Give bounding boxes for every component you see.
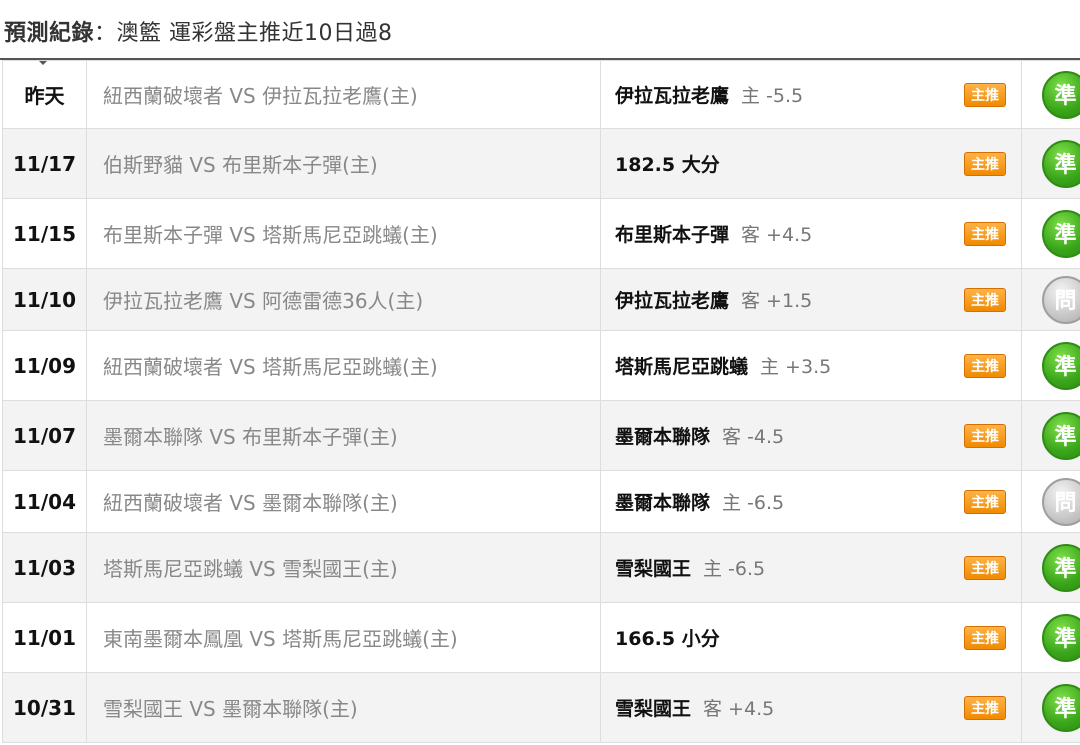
table-row: 10/31 雪梨國王 VS 墨爾本聯隊(主) 雪梨國王客 +4.5 主推 準 xyxy=(2,672,1080,743)
pick-line: 主 -6.5 xyxy=(722,492,785,514)
row-result: 準 xyxy=(1021,400,1080,471)
pick-line: 客 +4.5 xyxy=(703,698,775,720)
row-date: 11/04 xyxy=(2,470,87,533)
row-result: 準 xyxy=(1021,60,1080,129)
pick-team: 墨爾本聯隊 xyxy=(615,492,711,514)
table-row: 11/09 紐西蘭破壞者 VS 塔斯馬尼亞跳蟻(主) 塔斯馬尼亞跳蟻主 +3.5 主推… xyxy=(2,330,1080,401)
pick-team: 塔斯馬尼亞跳蟻 xyxy=(615,356,749,378)
result-win-icon: 準 xyxy=(1041,70,1080,119)
table-row: 昨天 紐西蘭破壞者 VS 伊拉瓦拉老鷹(主) 伊拉瓦拉老鷹主 -5.5 主推 準 xyxy=(2,60,1080,129)
title-subtitle: ：澳籃 運彩盤主推近10日過8 xyxy=(94,21,393,46)
result-push-icon: 問 xyxy=(1041,477,1080,526)
row-result: 準 xyxy=(1021,198,1080,269)
row-match: 紐西蘭破壞者 VS 塔斯馬尼亞跳蟻(主) xyxy=(86,330,601,401)
featured-badge: 主推 xyxy=(964,625,1006,650)
pick-line: 客 +1.5 xyxy=(741,290,813,312)
pick-team: 布里斯本子彈 xyxy=(615,224,730,246)
row-result: 準 xyxy=(1021,532,1080,603)
row-pick: 伊拉瓦拉老鷹主 -5.5 主推 xyxy=(600,60,1022,129)
pick-line: 客 -4.5 xyxy=(722,426,785,448)
row-match: 伊拉瓦拉老鷹 VS 阿德雷德36人(主) xyxy=(86,268,601,331)
table-row: 11/03 塔斯馬尼亞跳蟻 VS 雪梨國王(主) 雪梨國王主 -6.5 主推 準 xyxy=(2,532,1080,603)
table-row: 11/07 墨爾本聯隊 VS 布里斯本子彈(主) 墨爾本聯隊客 -4.5 主推 準 xyxy=(2,400,1080,471)
prediction-table: 昨天 紐西蘭破壞者 VS 伊拉瓦拉老鷹(主) 伊拉瓦拉老鷹主 -5.5 主推準 11/1… xyxy=(2,60,1080,743)
pick-line: 客 +4.5 xyxy=(741,224,813,246)
pick-line: 主 -5.5 xyxy=(741,85,804,107)
row-match: 紐西蘭破壞者 VS 墨爾本聯隊(主) xyxy=(86,470,601,533)
table-row: 11/10 伊拉瓦拉老鷹 VS 阿德雷德36人(主) 伊拉瓦拉老鷹客 +1.5 主推 問 xyxy=(2,268,1080,331)
pick-line: 主 +3.5 xyxy=(760,356,832,378)
result-push-icon: 問 xyxy=(1041,275,1080,324)
pick-team: 182.5 大分 xyxy=(615,154,720,176)
result-win-icon: 準 xyxy=(1041,139,1080,188)
result-win-icon: 準 xyxy=(1041,543,1080,592)
row-result: 問 xyxy=(1021,268,1080,331)
row-date: 11/01 xyxy=(2,602,87,673)
pick-team: 墨爾本聯隊 xyxy=(615,426,711,448)
row-date: 昨天 xyxy=(2,60,87,129)
row-pick: 塔斯馬尼亞跳蟻主 +3.5 主推 xyxy=(600,330,1022,401)
featured-badge: 主推 xyxy=(964,555,1006,580)
row-pick: 墨爾本聯隊客 -4.5 主推 xyxy=(600,400,1022,471)
row-date: 11/03 xyxy=(2,532,87,603)
featured-badge: 主推 xyxy=(964,82,1006,107)
row-pick: 伊拉瓦拉老鷹客 +1.5 主推 xyxy=(600,268,1022,331)
row-pick: 166.5 小分 主推 xyxy=(600,602,1022,673)
pick-team: 雪梨國王 xyxy=(615,698,692,720)
result-win-icon: 準 xyxy=(1041,683,1080,732)
pick-team: 伊拉瓦拉老鷹 xyxy=(615,85,730,107)
row-match: 雪梨國王 VS 墨爾本聯隊(主) xyxy=(86,672,601,743)
title-label: 預測紀錄 xyxy=(4,21,95,46)
row-match: 布里斯本子彈 VS 塔斯馬尼亞跳蟻(主) xyxy=(86,198,601,269)
page-header: 預測紀錄：澳籃 運彩盤主推近10日過8 xyxy=(0,0,1080,65)
result-win-icon: 準 xyxy=(1041,209,1080,258)
featured-badge: 主推 xyxy=(964,221,1006,246)
featured-badge: 主推 xyxy=(964,287,1006,312)
row-match: 伯斯野貓 VS 布里斯本子彈(主) xyxy=(86,128,601,199)
row-date: 11/09 xyxy=(2,330,87,401)
pick-team: 166.5 小分 xyxy=(615,628,720,650)
row-date: 11/17 xyxy=(2,128,87,199)
featured-badge: 主推 xyxy=(964,695,1006,720)
row-match: 塔斯馬尼亞跳蟻 VS 雪梨國王(主) xyxy=(86,532,601,603)
row-result: 準 xyxy=(1021,602,1080,673)
pick-team: 伊拉瓦拉老鷹 xyxy=(615,290,730,312)
row-pick: 雪梨國王客 +4.5 主推 xyxy=(600,672,1022,743)
row-result: 準 xyxy=(1021,330,1080,401)
featured-badge: 主推 xyxy=(964,353,1006,378)
row-date: 10/31 xyxy=(2,672,87,743)
featured-badge: 主推 xyxy=(964,151,1006,176)
row-result: 準 xyxy=(1021,128,1080,199)
table-row: 11/04 紐西蘭破壞者 VS 墨爾本聯隊(主) 墨爾本聯隊主 -6.5 主推 問 xyxy=(2,470,1080,533)
row-pick: 墨爾本聯隊主 -6.5 主推 xyxy=(600,470,1022,533)
row-result: 準 xyxy=(1021,672,1080,743)
table-row: 11/15 布里斯本子彈 VS 塔斯馬尼亞跳蟻(主) 布里斯本子彈客 +4.5 主推 準 xyxy=(2,198,1080,269)
table-row: 11/01 東南墨爾本鳳凰 VS 塔斯馬尼亞跳蟻(主) 166.5 小分 主推 準 xyxy=(2,602,1080,673)
row-date: 11/15 xyxy=(2,198,87,269)
row-match: 墨爾本聯隊 VS 布里斯本子彈(主) xyxy=(86,400,601,471)
row-pick: 布里斯本子彈客 +4.5 主推 xyxy=(600,198,1022,269)
pick-team: 雪梨國王 xyxy=(615,558,692,580)
page-title: 預測紀錄：澳籃 運彩盤主推近10日過8 xyxy=(4,15,393,47)
row-match: 東南墨爾本鳳凰 VS 塔斯馬尼亞跳蟻(主) xyxy=(86,602,601,673)
row-pick: 182.5 大分 主推 xyxy=(600,128,1022,199)
featured-badge: 主推 xyxy=(964,423,1006,448)
row-date: 11/07 xyxy=(2,400,87,471)
result-win-icon: 準 xyxy=(1041,341,1080,390)
row-result: 問 xyxy=(1021,470,1080,533)
result-win-icon: 準 xyxy=(1041,613,1080,662)
row-match: 紐西蘭破壞者 VS 伊拉瓦拉老鷹(主) xyxy=(86,60,601,129)
row-pick: 雪梨國王主 -6.5 主推 xyxy=(600,532,1022,603)
pick-line: 主 -6.5 xyxy=(703,558,766,580)
row-date: 11/10 xyxy=(2,268,87,331)
table-row: 11/17 伯斯野貓 VS 布里斯本子彈(主) 182.5 大分 主推 準 xyxy=(2,128,1080,199)
result-win-icon: 準 xyxy=(1041,411,1080,460)
featured-badge: 主推 xyxy=(964,489,1006,514)
